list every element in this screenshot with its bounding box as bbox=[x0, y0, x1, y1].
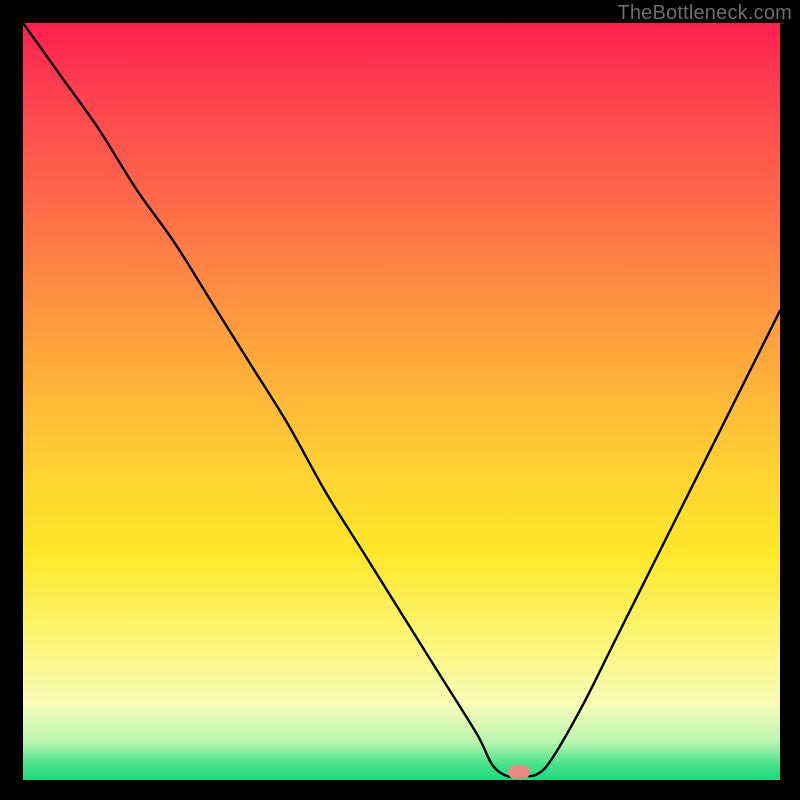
watermark-text: TheBottleneck.com bbox=[617, 2, 792, 25]
chart-frame: TheBottleneck.com bbox=[0, 0, 800, 800]
bottleneck-curve bbox=[23, 23, 780, 780]
optimal-marker bbox=[508, 765, 530, 779]
plot-area bbox=[23, 23, 780, 780]
